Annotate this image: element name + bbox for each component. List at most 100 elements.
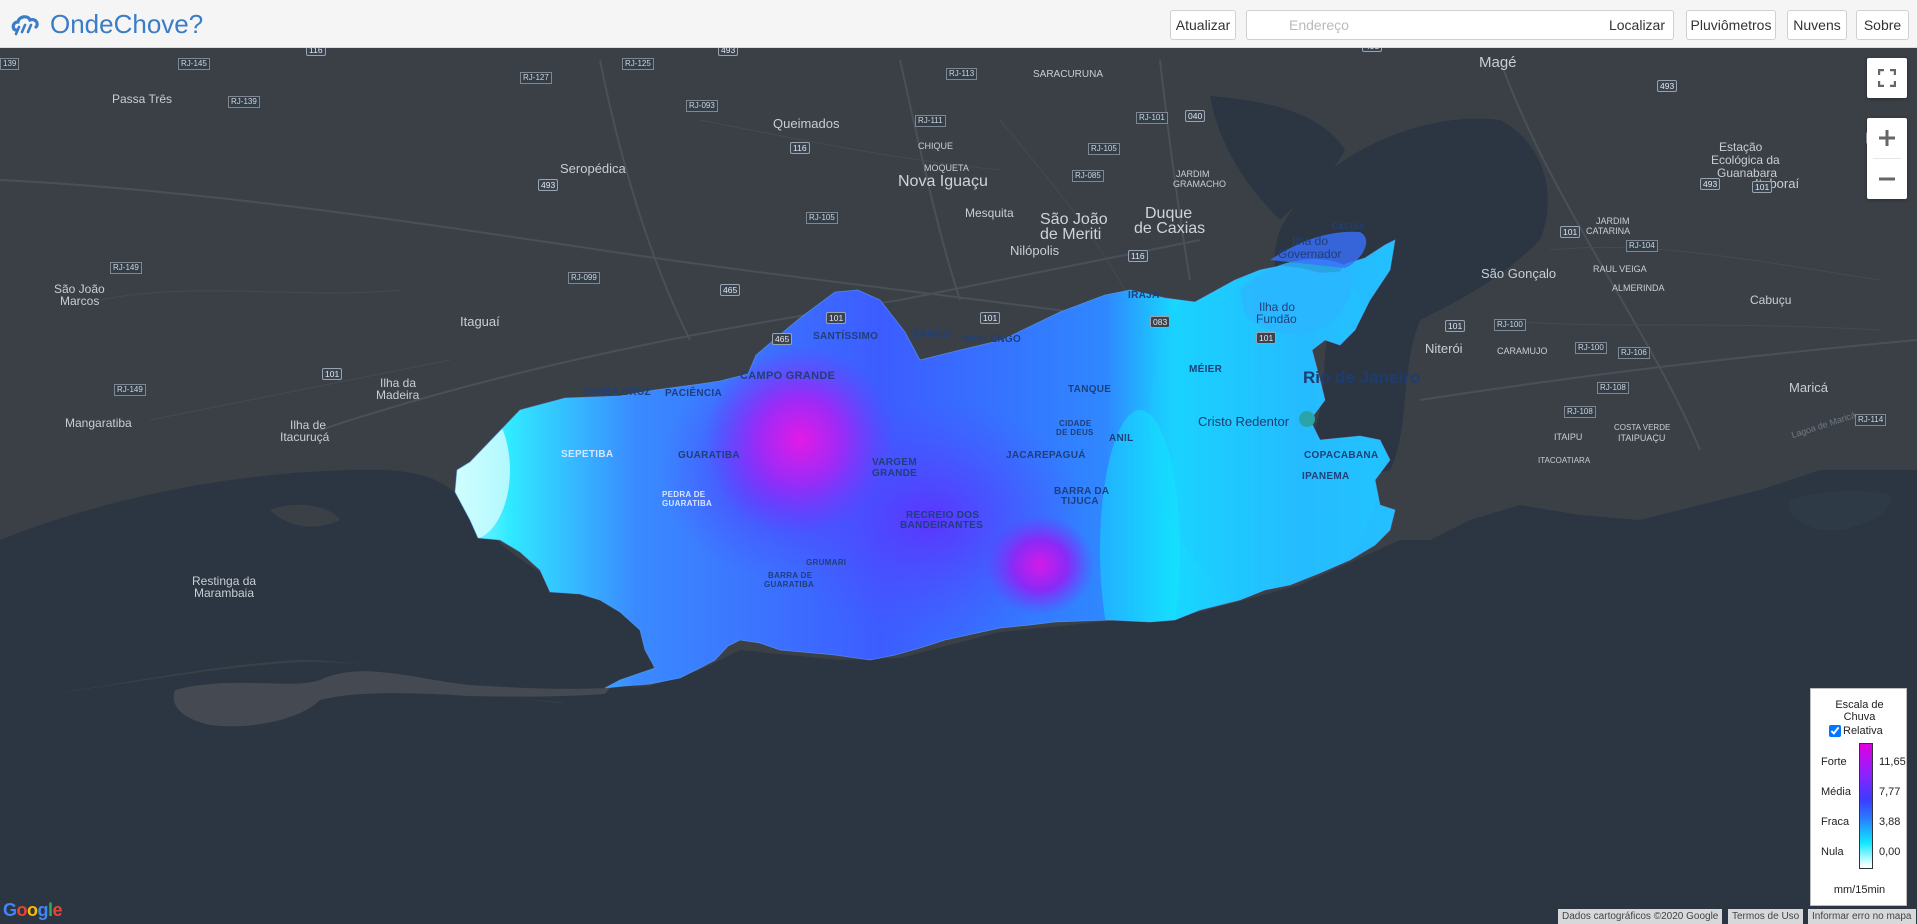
place-label: ITAIPU xyxy=(1554,432,1583,442)
legend-level-label: Nula xyxy=(1821,846,1844,858)
road-shield: RJ-108 xyxy=(1564,406,1596,418)
relative-label: Relativa xyxy=(1843,725,1883,737)
place-label: CATARINA xyxy=(1586,226,1631,236)
road-shield: 083 xyxy=(1150,316,1171,328)
neighborhood-label: BANDEIRANTES xyxy=(900,520,984,531)
neighborhood-label: CAMPO GRANDE xyxy=(740,370,836,382)
top-navbar: OndeChove? Atualizar Localizar Pluviômet… xyxy=(0,0,1917,48)
place-label: Magé xyxy=(1479,54,1517,71)
city-label-rio: Rio de Janeiro xyxy=(1303,368,1421,387)
neighborhood-label: COPACABANA xyxy=(1304,450,1379,461)
neighborhood-label: REALENGO xyxy=(962,334,1022,345)
neighborhood-label: SANTA CRUZ xyxy=(584,387,651,398)
place-label: Mangaratiba xyxy=(65,416,132,430)
road-shield: 493 xyxy=(718,48,739,56)
road-shield: RJ-127 xyxy=(520,72,552,84)
road-shield: RJ-085 xyxy=(1072,170,1104,182)
gauges-button[interactable]: Pluviômetros xyxy=(1686,10,1776,40)
report-error-link[interactable]: Informar erro no mapa xyxy=(1808,909,1916,924)
neighborhood-label: DE DEUS xyxy=(1056,428,1094,437)
place-label: JARDIM xyxy=(1176,169,1210,179)
refresh-button[interactable]: Atualizar xyxy=(1170,10,1236,40)
road-shield: RJ-106 xyxy=(1618,347,1650,359)
road-shield: RJ-105 xyxy=(806,212,838,224)
road-shield: 101 xyxy=(1560,226,1581,238)
neighborhood-label: GRANDE xyxy=(872,468,918,479)
road-shield: RJ-108 xyxy=(1597,382,1629,394)
place-label: Marcos xyxy=(60,294,100,308)
place-label: GRAMACHO xyxy=(1173,179,1227,189)
road-shield: 116 xyxy=(306,48,326,56)
road-shield: 493 xyxy=(538,179,559,191)
legend-unit: mm/15min xyxy=(1833,884,1886,896)
about-button[interactable]: Sobre xyxy=(1856,10,1909,40)
road-shield: RJ-145 xyxy=(178,58,210,70)
clouds-button[interactable]: Nuvens xyxy=(1787,10,1847,40)
place-label: CARAMUJO xyxy=(1497,346,1548,356)
place-label: Ilha do xyxy=(1292,234,1329,248)
google-logo[interactable]: Google xyxy=(3,900,63,921)
neighborhood-label: CACUIA xyxy=(1332,222,1365,231)
fullscreen-button[interactable] xyxy=(1867,58,1907,98)
place-label: Fundão xyxy=(1256,312,1297,326)
neighborhood-label: SANTÍSSIMO xyxy=(813,331,879,342)
place-label: Seropédica xyxy=(560,161,626,176)
rain-cloud-icon xyxy=(11,15,39,36)
plus-icon xyxy=(1879,130,1895,146)
road-shield: 493 xyxy=(1362,48,1383,52)
road-shield: RJ-149 xyxy=(110,262,142,274)
neighborhood-label: CIDADE xyxy=(1059,419,1092,428)
rain-map[interactable]: Magé SARACURUNA Passa Três Queimados CHI… xyxy=(0,48,1917,924)
locate-button[interactable]: Localizar xyxy=(1609,17,1665,33)
place-label: CHIQUE xyxy=(918,141,954,151)
road-shield: 101 xyxy=(1445,320,1466,332)
road-shield: 139 xyxy=(0,58,20,70)
relative-toggle[interactable]: Relativa xyxy=(1829,725,1883,737)
minus-icon xyxy=(1879,177,1895,181)
road-shield: RJ-100 xyxy=(1575,342,1607,354)
road-shield: 101 xyxy=(322,368,343,380)
legend-title: Escala de Chuva xyxy=(1811,699,1908,723)
legend-level-value: 11,65 xyxy=(1879,756,1906,768)
road-shield: RJ-149 xyxy=(114,384,146,396)
place-label: ALMERINDA xyxy=(1612,283,1665,293)
place-label: COSTA VERDE xyxy=(1614,423,1671,432)
road-shield: RJ-105 xyxy=(1088,143,1120,155)
brand-link[interactable]: OndeChove? xyxy=(10,6,203,42)
neighborhood-label: GRUMARI xyxy=(806,558,847,567)
neighborhood-label: SEPETIBA xyxy=(561,449,614,460)
road-shield: 101 xyxy=(826,312,847,324)
road-shield: 101 xyxy=(1752,181,1773,193)
neighborhood-label: GUARATIBA xyxy=(764,580,815,589)
road-shield: 493 xyxy=(1700,178,1721,190)
neighborhood-label: GUARATIBA xyxy=(662,499,713,508)
road-shield: RJ-125 xyxy=(622,58,654,70)
road-shield: RJ-113 xyxy=(946,68,978,80)
legend-color-bar xyxy=(1859,743,1873,869)
relative-checkbox[interactable] xyxy=(1829,725,1841,737)
place-label: Queimados xyxy=(773,116,840,131)
road-shield: RJ-139 xyxy=(228,96,260,108)
road-shield: 465 xyxy=(720,284,741,296)
address-input[interactable] xyxy=(1247,11,1577,39)
brand-name: OndeChove? xyxy=(50,8,204,39)
road-shield: 101 xyxy=(1256,332,1277,344)
legend-level-label: Média xyxy=(1821,786,1851,798)
road-shield: 040 xyxy=(1185,110,1206,122)
address-search: Localizar xyxy=(1246,10,1674,40)
legend-level-value: 3,88 xyxy=(1879,816,1901,828)
terms-link[interactable]: Termos de Uso xyxy=(1728,909,1804,924)
road-shield: RJ-104 xyxy=(1626,240,1658,252)
road-shield: 116 xyxy=(790,142,810,154)
neighborhood-label: VARGEM xyxy=(872,457,917,468)
neighborhood-label: BANGU xyxy=(912,329,951,340)
zoom-in-button[interactable] xyxy=(1867,118,1907,158)
landmark-pin-icon[interactable] xyxy=(1299,411,1315,427)
place-label: Passa Três xyxy=(112,92,173,106)
zoom-out-button[interactable] xyxy=(1867,159,1907,199)
neighborhood-label: TANQUE xyxy=(1068,384,1112,395)
place-label: JARDIM xyxy=(1596,216,1630,226)
neighborhood-label: JACAREPAGUÁ xyxy=(1006,450,1086,461)
place-label: RAUL VEIGA xyxy=(1593,264,1647,274)
neighborhood-label: ANIL xyxy=(1109,433,1134,444)
